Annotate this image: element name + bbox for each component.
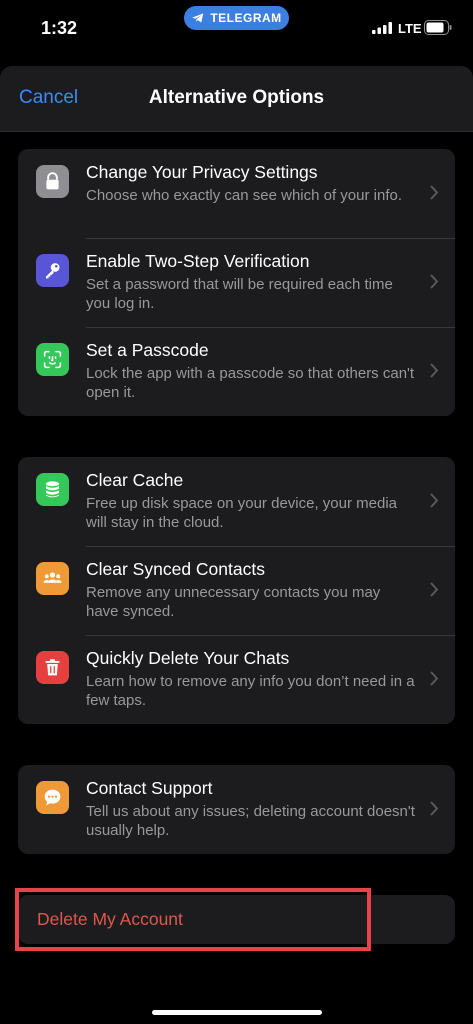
- status-time: 1:32: [41, 18, 78, 38]
- option-title: Contact Support: [86, 778, 213, 798]
- support-options-group: Contact Support Tell us about any issues…: [18, 765, 455, 854]
- chevron-right-icon: [430, 671, 438, 686]
- option-subtitle: Lock the app with a passcode so that oth…: [86, 365, 415, 401]
- option-title: Enable Two-Step Verification: [86, 251, 310, 271]
- clear-synced-contacts-option[interactable]: Clear Synced Contacts Remove any unneces…: [18, 546, 455, 635]
- delete-chats-option[interactable]: Quickly Delete Your Chats Learn how to r…: [18, 635, 455, 724]
- contact-support-option[interactable]: Contact Support Tell us about any issues…: [18, 765, 455, 854]
- chat-bubble-icon: [36, 781, 69, 814]
- home-indicator[interactable]: [152, 1010, 322, 1015]
- cellular-signal-icon: [372, 22, 392, 34]
- option-subtitle: Free up disk space on your device, your …: [86, 495, 397, 531]
- option-title: Clear Cache: [86, 470, 184, 490]
- chevron-right-icon: [430, 582, 438, 597]
- telegram-plane-icon: [192, 13, 204, 23]
- option-title: Quickly Delete Your Chats: [86, 648, 290, 668]
- status-bar: 1:32 TELEGRAM LTE: [0, 0, 473, 60]
- privacy-settings-option[interactable]: Change Your Privacy Settings Choose who …: [18, 149, 455, 238]
- app-pill-label: TELEGRAM: [210, 11, 282, 25]
- return-to-app-pill[interactable]: TELEGRAM: [184, 6, 289, 30]
- trash-icon: [36, 651, 69, 684]
- option-title: Clear Synced Contacts: [86, 559, 265, 579]
- network-type: LTE: [398, 21, 422, 36]
- option-subtitle: Set a password that will be required eac…: [86, 276, 393, 312]
- security-options-group: Change Your Privacy Settings Choose who …: [18, 149, 455, 416]
- chevron-right-icon: [430, 363, 438, 378]
- key-icon: [36, 254, 69, 287]
- option-title: Change Your Privacy Settings: [86, 162, 318, 182]
- option-subtitle: Remove any unnecessary contacts you may …: [86, 584, 381, 620]
- cancel-button[interactable]: Cancel: [19, 87, 78, 109]
- options-sheet: Alternative Options Cancel Change Your P…: [0, 66, 473, 1024]
- option-title: Set a Passcode: [86, 340, 209, 360]
- clear-cache-option[interactable]: Clear Cache Free up disk space on your d…: [18, 457, 455, 546]
- two-step-verification-option[interactable]: Enable Two-Step Verification Set a passw…: [18, 238, 455, 327]
- passcode-option[interactable]: Set a Passcode Lock the app with a passc…: [18, 327, 455, 416]
- database-icon: [36, 473, 69, 506]
- option-subtitle: Learn how to remove any info you don’t n…: [86, 673, 415, 709]
- chevron-right-icon: [430, 185, 438, 200]
- chevron-right-icon: [430, 274, 438, 289]
- navigation-bar: Alternative Options Cancel: [0, 66, 473, 132]
- lock-icon: [36, 165, 69, 198]
- battery-icon: [424, 20, 452, 35]
- chevron-right-icon: [430, 801, 438, 816]
- data-options-group: Clear Cache Free up disk space on your d…: [18, 457, 455, 724]
- chevron-right-icon: [430, 493, 438, 508]
- option-subtitle: Tell us about any issues; deleting accou…: [86, 803, 415, 839]
- face-id-icon: [36, 343, 69, 376]
- highlight-frame: [15, 888, 371, 951]
- contacts-icon: [36, 562, 69, 595]
- option-subtitle: Choose who exactly can see which of your…: [86, 187, 403, 204]
